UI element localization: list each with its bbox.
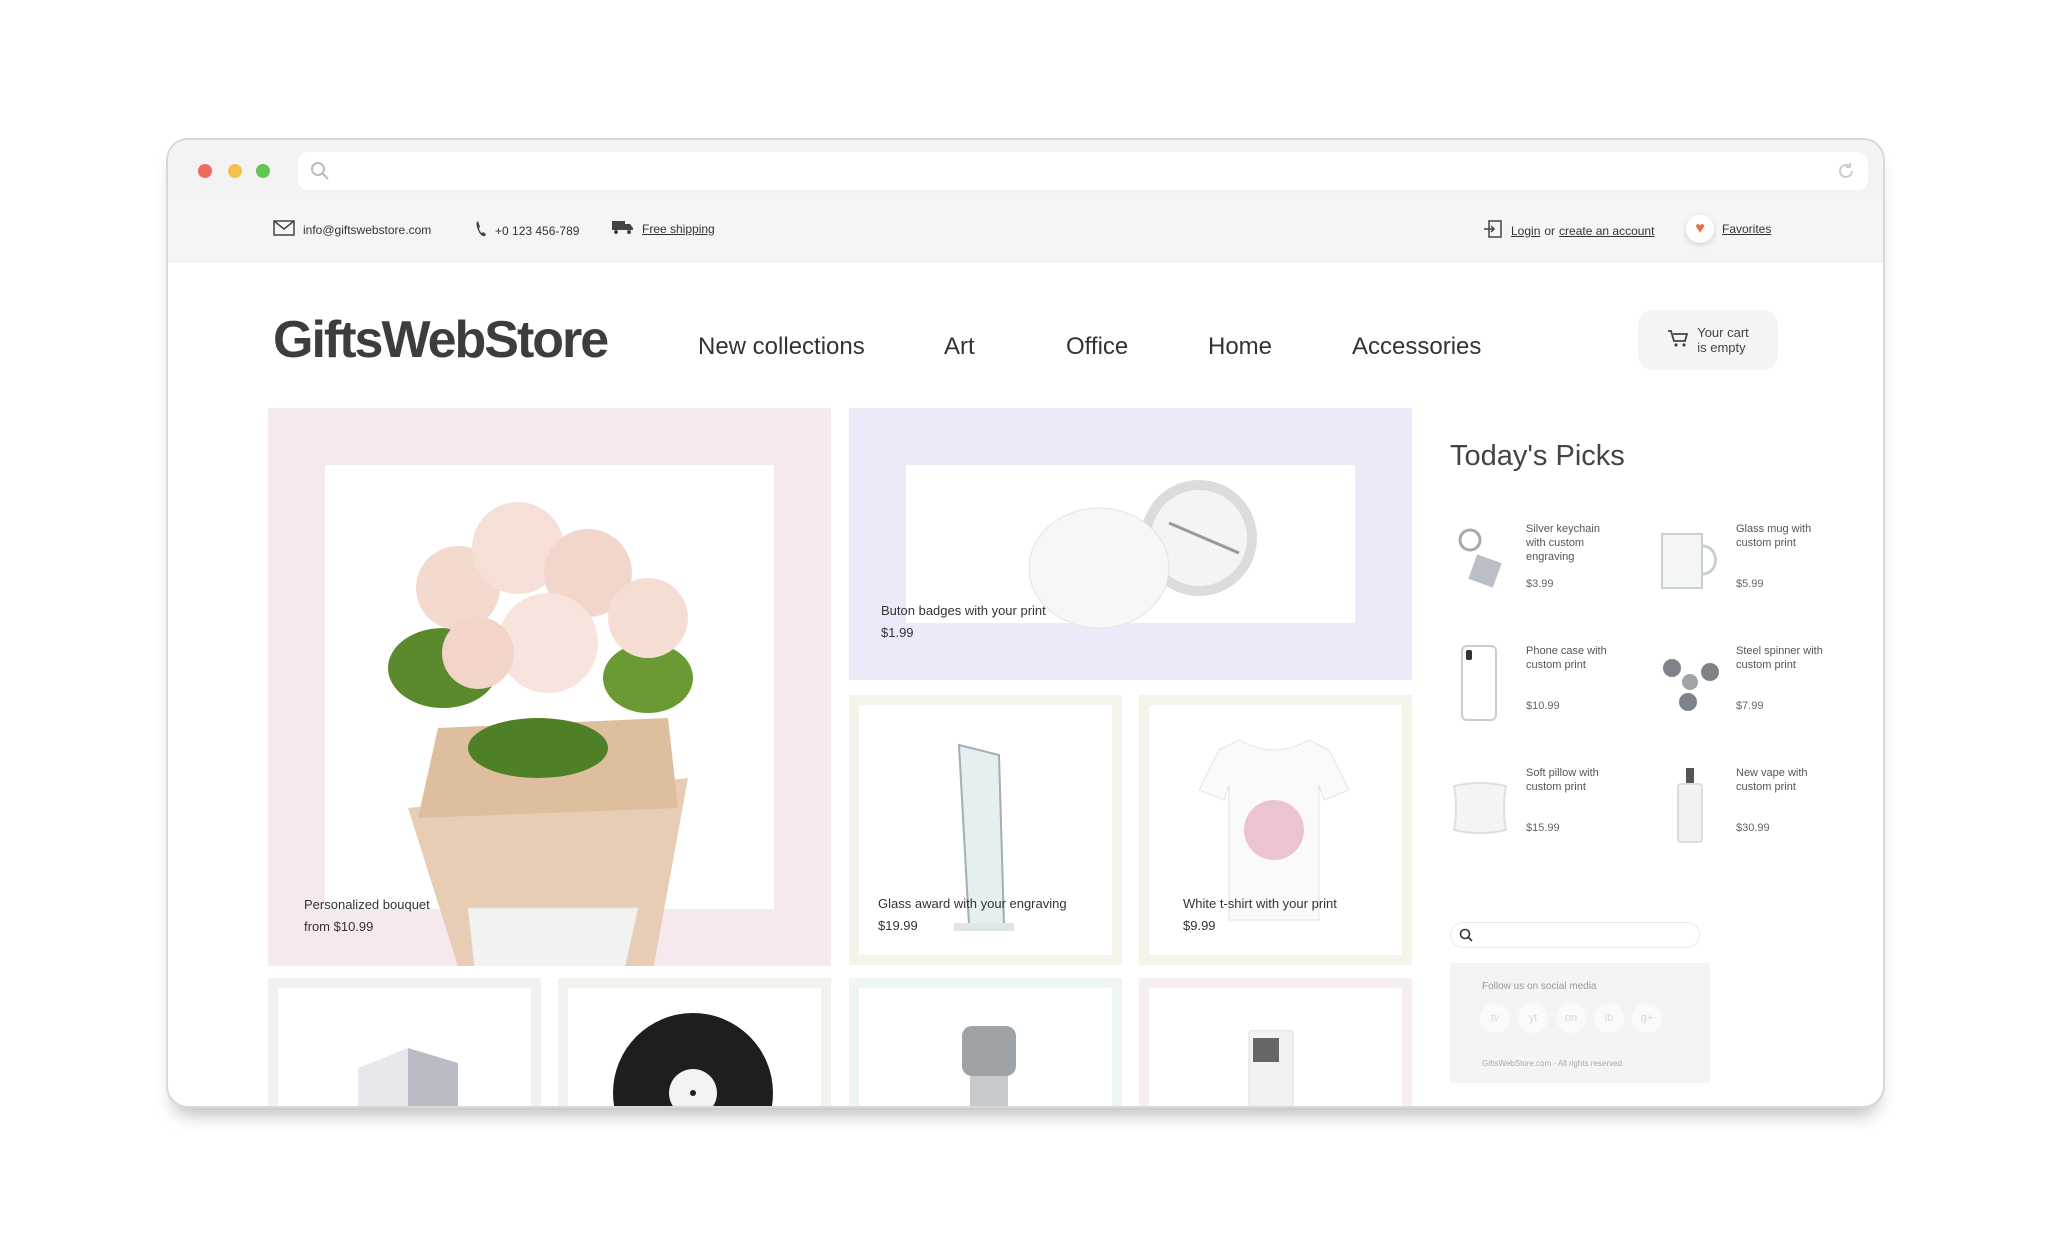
tile-glass-award-price: $19.99	[878, 918, 918, 933]
pick-price: $30.99	[1736, 822, 1770, 834]
nav-new-collections[interactable]: New collections	[698, 333, 865, 361]
tile-badges[interactable]: Buton badges with your print $1.99	[849, 408, 1412, 680]
thermos-image	[962, 1026, 1016, 1106]
cube-image	[358, 1048, 458, 1106]
sidebar-search-input[interactable]	[1450, 922, 1700, 948]
vinyl-record-image	[613, 1013, 773, 1106]
social-lb-button[interactable]: lb	[1594, 1003, 1624, 1033]
vape-icon	[1677, 768, 1703, 843]
nav-accessories[interactable]: Accessories	[1352, 333, 1481, 361]
nav-office[interactable]: Office	[1066, 333, 1128, 361]
favorites-text: Favorites	[1722, 222, 1772, 236]
close-window-button[interactable]	[198, 164, 212, 178]
pick-price: $15.99	[1526, 822, 1560, 834]
pick-item[interactable]: Silver keychain with custom engraving $3…	[1450, 522, 1650, 612]
tile-vinyl[interactable]	[558, 978, 831, 1106]
envelope-icon	[273, 220, 295, 239]
pick-name: Steel spinner with custom print	[1736, 645, 1823, 671]
reload-icon[interactable]	[1836, 161, 1856, 186]
tile-badges-title: Buton badges with your print	[881, 603, 1046, 618]
tile-glass-award-title: Glass award with your engraving	[878, 896, 1067, 911]
free-shipping-link[interactable]: Free shipping	[612, 220, 715, 237]
login-icon	[1483, 220, 1503, 241]
tile-badges-price: $1.99	[881, 625, 914, 640]
follow-text: Follow us on social media	[1482, 981, 1597, 992]
pick-item[interactable]: Glass mug with custom print $5.99	[1660, 522, 1860, 612]
address-bar[interactable]	[298, 152, 1868, 190]
tile-bouquet[interactable]: Personalized bouquet from $10.99	[268, 408, 831, 966]
pick-item[interactable]: Phone case with custom print $10.99	[1450, 644, 1650, 734]
mug-icon	[1661, 533, 1717, 589]
pick-price: $7.99	[1736, 700, 1764, 712]
pick-item[interactable]: Soft pillow with custom print $15.99	[1450, 766, 1650, 856]
minimize-window-button[interactable]	[228, 164, 242, 178]
favorites-link[interactable]: ♥ Favorites	[1686, 215, 1771, 243]
cart-icon	[1667, 329, 1689, 351]
social-gplus-button[interactable]: g+	[1632, 1003, 1662, 1033]
browser-chrome	[168, 140, 1883, 200]
heart-icon: ♥	[1686, 215, 1714, 243]
social-on-button[interactable]: on	[1556, 1003, 1586, 1033]
cart-line1: Your cart	[1697, 325, 1749, 340]
tile-tshirt[interactable]: White t-shirt with your print $9.99	[1139, 695, 1412, 965]
social-panel: Follow us on social media tv yt on lb g+…	[1450, 963, 1710, 1083]
maximize-window-button[interactable]	[256, 164, 270, 178]
spinner-icon	[1663, 659, 1719, 711]
tile-cube[interactable]	[268, 978, 541, 1106]
nav-home[interactable]: Home	[1208, 333, 1272, 361]
browser-window: info@giftswebstore.com +0 123 456-789 Fr…	[168, 140, 1883, 1106]
truck-icon	[612, 220, 634, 237]
email-link[interactable]: info@giftswebstore.com	[273, 220, 431, 239]
social-yt-button[interactable]: yt	[1518, 1003, 1548, 1033]
keychain-icon	[1458, 528, 1502, 588]
device-image	[1248, 1030, 1294, 1106]
cart-button[interactable]: Your cart is empty	[1638, 310, 1778, 370]
todays-picks-title: Today's Picks	[1450, 440, 1625, 472]
copyright-text: GiftsWebStore.com - All rights reserved	[1482, 1059, 1622, 1068]
social-tv-button[interactable]: tv	[1480, 1003, 1510, 1033]
top-info-bar: info@giftswebstore.com +0 123 456-789 Fr…	[168, 200, 1883, 262]
nav-art[interactable]: Art	[944, 333, 975, 361]
pick-item[interactable]: New vape with custom print $30.99	[1660, 766, 1860, 856]
login-area: Login or create an account	[1483, 220, 1654, 241]
tile-tshirt-price: $9.99	[1183, 918, 1216, 933]
phone-text: +0 123 456-789	[495, 223, 580, 238]
pick-name: Soft pillow with custom print	[1526, 767, 1599, 793]
pick-price: $5.99	[1736, 578, 1764, 590]
pick-price: $3.99	[1526, 578, 1554, 590]
cart-line2: is empty	[1697, 340, 1746, 355]
tile-tshirt-title: White t-shirt with your print	[1183, 896, 1337, 911]
or-text: or	[1544, 223, 1556, 238]
search-icon	[310, 161, 330, 186]
create-account-link[interactable]: create an account	[1559, 224, 1654, 238]
pick-name: Phone case with custom print	[1526, 645, 1607, 671]
pick-name: New vape with custom print	[1736, 767, 1808, 793]
email-text: info@giftswebstore.com	[303, 222, 432, 237]
tile-glass-award[interactable]: Glass award with your engraving $19.99	[849, 695, 1122, 965]
tile-bouquet-price: from $10.99	[304, 919, 374, 934]
phone-link[interactable]: +0 123 456-789	[475, 220, 579, 241]
tile-device[interactable]	[1139, 978, 1412, 1106]
pick-price: $10.99	[1526, 700, 1560, 712]
pillow-icon	[1452, 782, 1508, 834]
site-logo[interactable]: GiftsWebStore	[273, 310, 609, 370]
shipping-text: Free shipping	[642, 221, 715, 236]
phone-case-icon	[1461, 645, 1497, 721]
login-link[interactable]: Login	[1511, 224, 1540, 238]
pick-name: Silver keychain with custom engraving	[1526, 523, 1600, 563]
pick-name: Glass mug with custom print	[1736, 523, 1812, 549]
bouquet-image	[388, 502, 693, 966]
tile-bouquet-title: Personalized bouquet	[304, 897, 430, 912]
phone-icon	[475, 220, 487, 241]
search-icon	[1459, 928, 1473, 947]
pick-item[interactable]: Steel spinner with custom print $7.99	[1660, 644, 1860, 734]
tile-thermos[interactable]	[849, 978, 1122, 1106]
